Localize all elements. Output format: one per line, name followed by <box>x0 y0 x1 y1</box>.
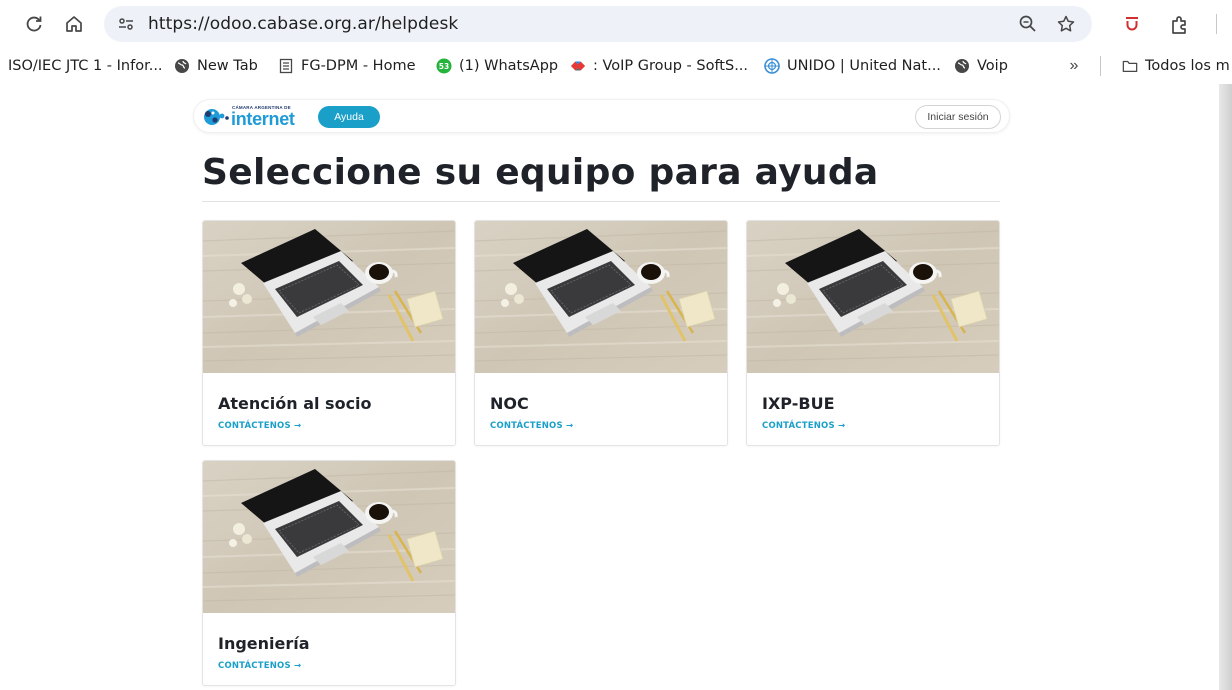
login-button[interactable]: Iniciar sesión <box>915 105 1001 129</box>
globe-icon <box>954 58 970 74</box>
all-bookmarks-folder[interactable]: Todos los m <box>1122 48 1230 84</box>
bookmarks-divider <box>1100 56 1101 76</box>
team-card-ixp-bue[interactable]: IXP-BUE CONTÁCTENOS → <box>746 220 1000 446</box>
bookmark-label: FG-DPM - Home <box>301 58 416 74</box>
team-card-atencion[interactable]: Atención al socio CONTÁCTENOS → <box>202 220 456 446</box>
bookmark-fg-dpm[interactable]: FG-DPM - Home <box>278 48 416 84</box>
window-edge <box>1219 84 1232 690</box>
bookmark-voip[interactable]: Voip <box>954 48 1008 84</box>
nav-ayuda-button[interactable]: Ayuda <box>318 106 380 128</box>
bookmark-label: Voip <box>977 58 1008 74</box>
team-card-title[interactable]: IXP-BUE <box>762 394 835 413</box>
team-card-image <box>475 221 727 373</box>
browser-toolbar: https://odoo.cabase.org.ar/helpdesk <box>0 0 1232 48</box>
logo-wordmark: internet <box>231 109 295 129</box>
globe-icon <box>174 58 190 74</box>
bookmark-label: UNIDO | United Nat... <box>787 58 941 74</box>
site-settings-icon[interactable] <box>114 12 138 36</box>
bookmark-label: (1) WhatsApp <box>459 58 559 74</box>
team-card-image <box>747 221 999 373</box>
voip-group-icon <box>570 58 586 74</box>
home-icon[interactable] <box>60 10 88 38</box>
bookmark-star-icon[interactable] <box>1054 12 1078 36</box>
title-divider <box>202 201 1000 202</box>
cabase-logo[interactable]: CÁMARA ARGENTINA DE internet <box>202 104 295 130</box>
bookmark-voip-group[interactable]: : VoIP Group - SoftS... <box>570 48 748 84</box>
unido-icon <box>764 58 780 74</box>
url-text[interactable]: https://odoo.cabase.org.ar/helpdesk <box>148 6 458 42</box>
bookmark-new-tab[interactable]: New Tab <box>174 48 258 84</box>
bookmark-label: ISO/IEC JTC 1 - Infor... <box>8 58 163 74</box>
bookmark-label: : VoIP Group - SoftS... <box>593 58 749 74</box>
contact-link[interactable]: CONTÁCTENOS → <box>762 421 845 431</box>
bookmark-label: New Tab <box>197 58 258 74</box>
contact-link[interactable]: CONTÁCTENOS → <box>218 661 301 671</box>
bookmark-unido[interactable]: UNIDO | United Nat... <box>764 48 941 84</box>
document-icon <box>278 58 294 74</box>
team-card-title[interactable]: Atención al socio <box>218 394 372 413</box>
whatsapp-badge: 53 <box>439 62 449 71</box>
contact-link[interactable]: CONTÁCTENOS → <box>490 421 573 431</box>
extension-shield-icon[interactable] <box>1118 10 1146 38</box>
page-title: Seleccione su equipo para ayuda <box>202 152 879 193</box>
team-card-ingenieria[interactable]: Ingeniería CONTÁCTENOS → <box>202 460 456 686</box>
logo-mark-icon <box>204 109 229 125</box>
team-card-noc[interactable]: NOC CONTÁCTENOS → <box>474 220 728 446</box>
reload-icon[interactable] <box>20 10 48 38</box>
whatsapp-icon: 53 <box>436 58 452 74</box>
site-header: CÁMARA ARGENTINA DE internet Ayuda Inici… <box>193 99 1010 133</box>
contact-link[interactable]: CONTÁCTENOS → <box>218 421 301 431</box>
address-bar[interactable]: https://odoo.cabase.org.ar/helpdesk <box>104 6 1092 42</box>
bookmark-label: Todos los m <box>1145 58 1230 74</box>
extensions-puzzle-icon[interactable] <box>1166 10 1194 38</box>
bookmark-whatsapp[interactable]: 53 (1) WhatsApp <box>436 48 558 84</box>
zoom-icon[interactable] <box>1016 12 1040 36</box>
bookmark-iso-iec[interactable]: ISO/IEC JTC 1 - Infor... <box>8 48 163 84</box>
team-card-image <box>203 461 455 613</box>
team-card-title[interactable]: NOC <box>490 394 529 413</box>
team-card-title[interactable]: Ingeniería <box>218 634 310 653</box>
toolbar-divider <box>1216 14 1217 34</box>
bookmarks-bar: ISO/IEC JTC 1 - Infor... New Tab FG-DPM … <box>0 48 1232 84</box>
team-card-image <box>203 221 455 373</box>
folder-icon <box>1122 58 1138 74</box>
bookmarks-overflow-button[interactable]: » <box>1064 56 1084 76</box>
